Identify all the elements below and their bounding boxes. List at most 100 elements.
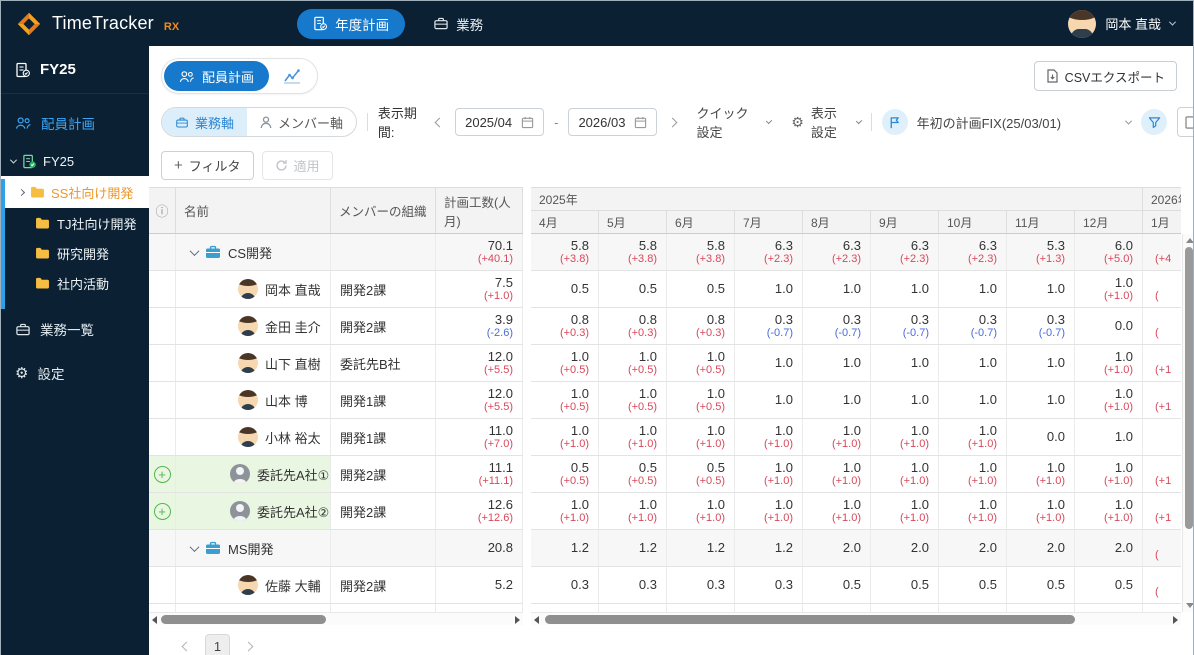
month-cell[interactable]: 1.0 (+1.0)	[1075, 493, 1143, 529]
month-cell[interactable]: 2.0	[1007, 530, 1075, 566]
month-cell[interactable]: 1.2	[735, 530, 803, 566]
name-cell[interactable]: 山本 博	[176, 382, 331, 418]
scroll-right-arrow[interactable]	[515, 615, 520, 624]
month-cell[interactable]: 1.0 (+1.0)	[599, 419, 667, 455]
month-cell[interactable]: 1.0 (+0.5)	[599, 382, 667, 418]
scroll-down-arrow[interactable]	[1185, 603, 1193, 608]
month-cell[interactable]: 1.0 (+1.0)	[1075, 382, 1143, 418]
scrollbar-thumb[interactable]	[1185, 247, 1193, 529]
month-cell[interactable]: 1.0	[871, 345, 939, 381]
month-cell[interactable]: 0.3 (-0.7)	[939, 308, 1007, 344]
month-cell[interactable]: 1.0	[1075, 419, 1143, 455]
nav-gyomu[interactable]: 業務	[433, 14, 483, 34]
sidebar-item-internal[interactable]: 社内活動	[1, 268, 149, 298]
month-cell[interactable]: 1.0	[803, 345, 871, 381]
month-cell[interactable]: 0.5 (+0.5)	[531, 456, 599, 492]
month-cell[interactable]: 0.5	[871, 567, 939, 603]
month-cell[interactable]: 1.0 (+0.5)	[599, 345, 667, 381]
month-cell[interactable]: 1.0 (+1.0)	[871, 493, 939, 529]
csv-export-button[interactable]: CSVエクスポート	[1033, 61, 1177, 91]
side-panel-toggle-button[interactable]	[1177, 107, 1193, 137]
period-prev-button[interactable]	[434, 117, 445, 127]
month-cell[interactable]: 0.3	[735, 567, 803, 603]
member-row[interactable]: 岡本 直哉 開発2課 7.5 (+1.0)	[149, 271, 523, 308]
name-cell[interactable]: 山下 直樹	[176, 345, 331, 381]
member-row[interactable]: 小林 裕太 開発1課 11.0 (+7.0)	[149, 419, 523, 456]
month-cell[interactable]: 6.3 (+2.3)	[803, 234, 871, 270]
name-cell[interactable]: MS開発	[176, 530, 331, 566]
month-cell[interactable]: 0.3	[599, 567, 667, 603]
month-cell-clipped[interactable]: (+4	[1143, 234, 1181, 270]
month-cell[interactable]: 2.0	[871, 530, 939, 566]
name-cell[interactable]: CS開発	[176, 234, 331, 270]
member-row[interactable]: 金田 圭介 開発2課 3.9 (-2.6)	[149, 308, 523, 345]
month-cell[interactable]: 0.3 (-0.7)	[803, 308, 871, 344]
month-cell[interactable]: 5.8 (+3.8)	[599, 234, 667, 270]
month-cell[interactable]: 0.5	[531, 271, 599, 307]
month-cell[interactable]: 1.0	[1007, 271, 1075, 307]
month-cell[interactable]: 1.0	[1007, 345, 1075, 381]
month-cell[interactable]: 0.3 (-0.7)	[1007, 308, 1075, 344]
month-cell[interactable]: 1.0	[939, 271, 1007, 307]
month-cell[interactable]: 1.0 (+1.0)	[735, 456, 803, 492]
month-cell[interactable]: 1.0 (+1.0)	[1075, 345, 1143, 381]
month-cell[interactable]: 5.3 (+1.3)	[1007, 234, 1075, 270]
scrollbar-thumb[interactable]	[161, 614, 326, 624]
quick-settings-dropdown[interactable]: クイック設定	[696, 103, 773, 141]
month-cell[interactable]: 1.0 (+1.0)	[871, 419, 939, 455]
view-plan-tab[interactable]: 配員計画	[164, 61, 270, 91]
month-cell-clipped[interactable]: (	[1143, 567, 1181, 603]
member-row[interactable]: 佐藤 大輔 開発2課 5.2	[149, 567, 523, 604]
month-cell-clipped[interactable]: (	[1143, 530, 1181, 566]
month-cell[interactable]: 0.5	[1075, 567, 1143, 603]
month-cell-clipped[interactable]: (	[1143, 271, 1181, 307]
month-cell[interactable]: 6.3 (+2.3)	[939, 234, 1007, 270]
group-row[interactable]: CS開発 70.1 (+40.1)	[149, 234, 523, 271]
month-cell[interactable]: 1.0 (+1.0)	[871, 456, 939, 492]
period-from-input[interactable]: 2025/04	[455, 108, 545, 136]
filter-funnel-button[interactable]	[1141, 109, 1167, 135]
month-cell[interactable]: 1.0	[1007, 382, 1075, 418]
sidebar-item-settings[interactable]: ⚙ 設定	[1, 356, 149, 390]
month-cell[interactable]: 1.0 (+1.0)	[803, 419, 871, 455]
month-cell[interactable]: 1.0	[735, 382, 803, 418]
month-cell[interactable]: 0.3 (-0.7)	[871, 308, 939, 344]
sidebar-item-tj-dev[interactable]: TJ社向け開発	[1, 208, 149, 238]
month-cell[interactable]: 0.5	[939, 567, 1007, 603]
month-cell[interactable]: 0.5	[1007, 567, 1075, 603]
month-cell[interactable]: 1.2	[531, 530, 599, 566]
prev-page-button[interactable]	[181, 641, 192, 652]
month-cell[interactable]: 2.0	[803, 530, 871, 566]
scroll-right-arrow[interactable]	[1173, 615, 1178, 624]
scroll-left-arrow[interactable]	[534, 615, 539, 624]
month-cell[interactable]: 0.3 (-0.7)	[735, 308, 803, 344]
month-cell[interactable]: 6.0 (+5.0)	[1075, 234, 1143, 270]
scrollbar-thumb[interactable]	[545, 614, 1075, 624]
month-cell[interactable]: 5.8 (+3.8)	[531, 234, 599, 270]
view-chart-tab[interactable]	[269, 61, 315, 91]
month-cell[interactable]: 1.2	[599, 530, 667, 566]
month-cell[interactable]: 1.0 (+1.0)	[1075, 456, 1143, 492]
next-page-button[interactable]	[243, 641, 254, 652]
scroll-left-arrow[interactable]	[152, 615, 157, 624]
month-cell[interactable]: 1.0 (+1.0)	[599, 493, 667, 529]
month-cell[interactable]: 1.0	[871, 271, 939, 307]
month-cell-clipped[interactable]: (	[1143, 308, 1181, 344]
display-settings-dropdown[interactable]: ⚙ 表示設定	[791, 103, 862, 141]
month-cell[interactable]: 0.5 (+0.5)	[667, 456, 735, 492]
month-cell[interactable]: 1.0 (+1.0)	[939, 419, 1007, 455]
axis-gyomu-tab[interactable]: 業務軸	[162, 108, 248, 136]
month-cell[interactable]: 0.3	[667, 567, 735, 603]
right-horizontal-scrollbar[interactable]	[531, 612, 1181, 625]
month-cell[interactable]: 1.0	[803, 382, 871, 418]
month-cell-clipped[interactable]	[1143, 419, 1181, 455]
month-cell[interactable]: 1.2	[667, 530, 735, 566]
period-to-input[interactable]: 2026/03	[568, 108, 658, 136]
month-cell[interactable]: 1.0 (+0.5)	[667, 345, 735, 381]
month-cell[interactable]: 1.0 (+1.0)	[939, 456, 1007, 492]
name-cell[interactable]: 委託先A社①	[176, 456, 331, 492]
month-cell[interactable]: 6.3 (+2.3)	[871, 234, 939, 270]
name-cell[interactable]: 委託先A社②	[176, 493, 331, 529]
add-row-button[interactable]: +	[153, 465, 171, 483]
month-cell[interactable]: 0.5	[599, 271, 667, 307]
